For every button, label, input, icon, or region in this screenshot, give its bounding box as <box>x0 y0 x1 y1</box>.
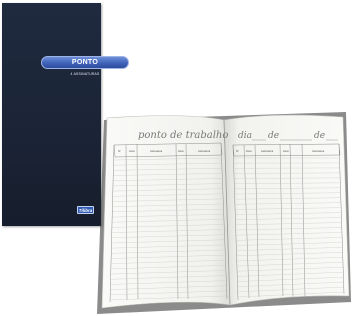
left-col-hora-1: Hora <box>129 149 135 153</box>
left-col-assinatura-2: Assinatura <box>198 149 211 153</box>
date-word-de-1: de <box>268 131 279 141</box>
right-col-hora-1: Hora <box>246 149 252 153</box>
right-col-assinatura-1: Assinatura <box>261 149 274 153</box>
open-ledger-book: ponto de trabalho dia de de Nº Hora Assi… <box>97 112 351 314</box>
date-word-de-2: de <box>314 131 325 141</box>
date-word-dia: dia <box>238 131 252 141</box>
right-col-hora-2: Hora <box>283 149 289 153</box>
header-title: ponto de trabalho <box>138 130 228 141</box>
right-col-assinatura-2: Assinatura <box>312 149 325 153</box>
left-col-hora-2: Hora <box>178 149 184 153</box>
right-page <box>223 114 350 306</box>
product-photo: PONTO 4 ASSINATURAS Tilibra ponto de tra… <box>0 0 353 316</box>
left-col-num: Nº <box>118 149 121 153</box>
right-col-num: Nº <box>236 149 239 153</box>
left-col-assinatura-1: Assinatura <box>150 149 163 153</box>
